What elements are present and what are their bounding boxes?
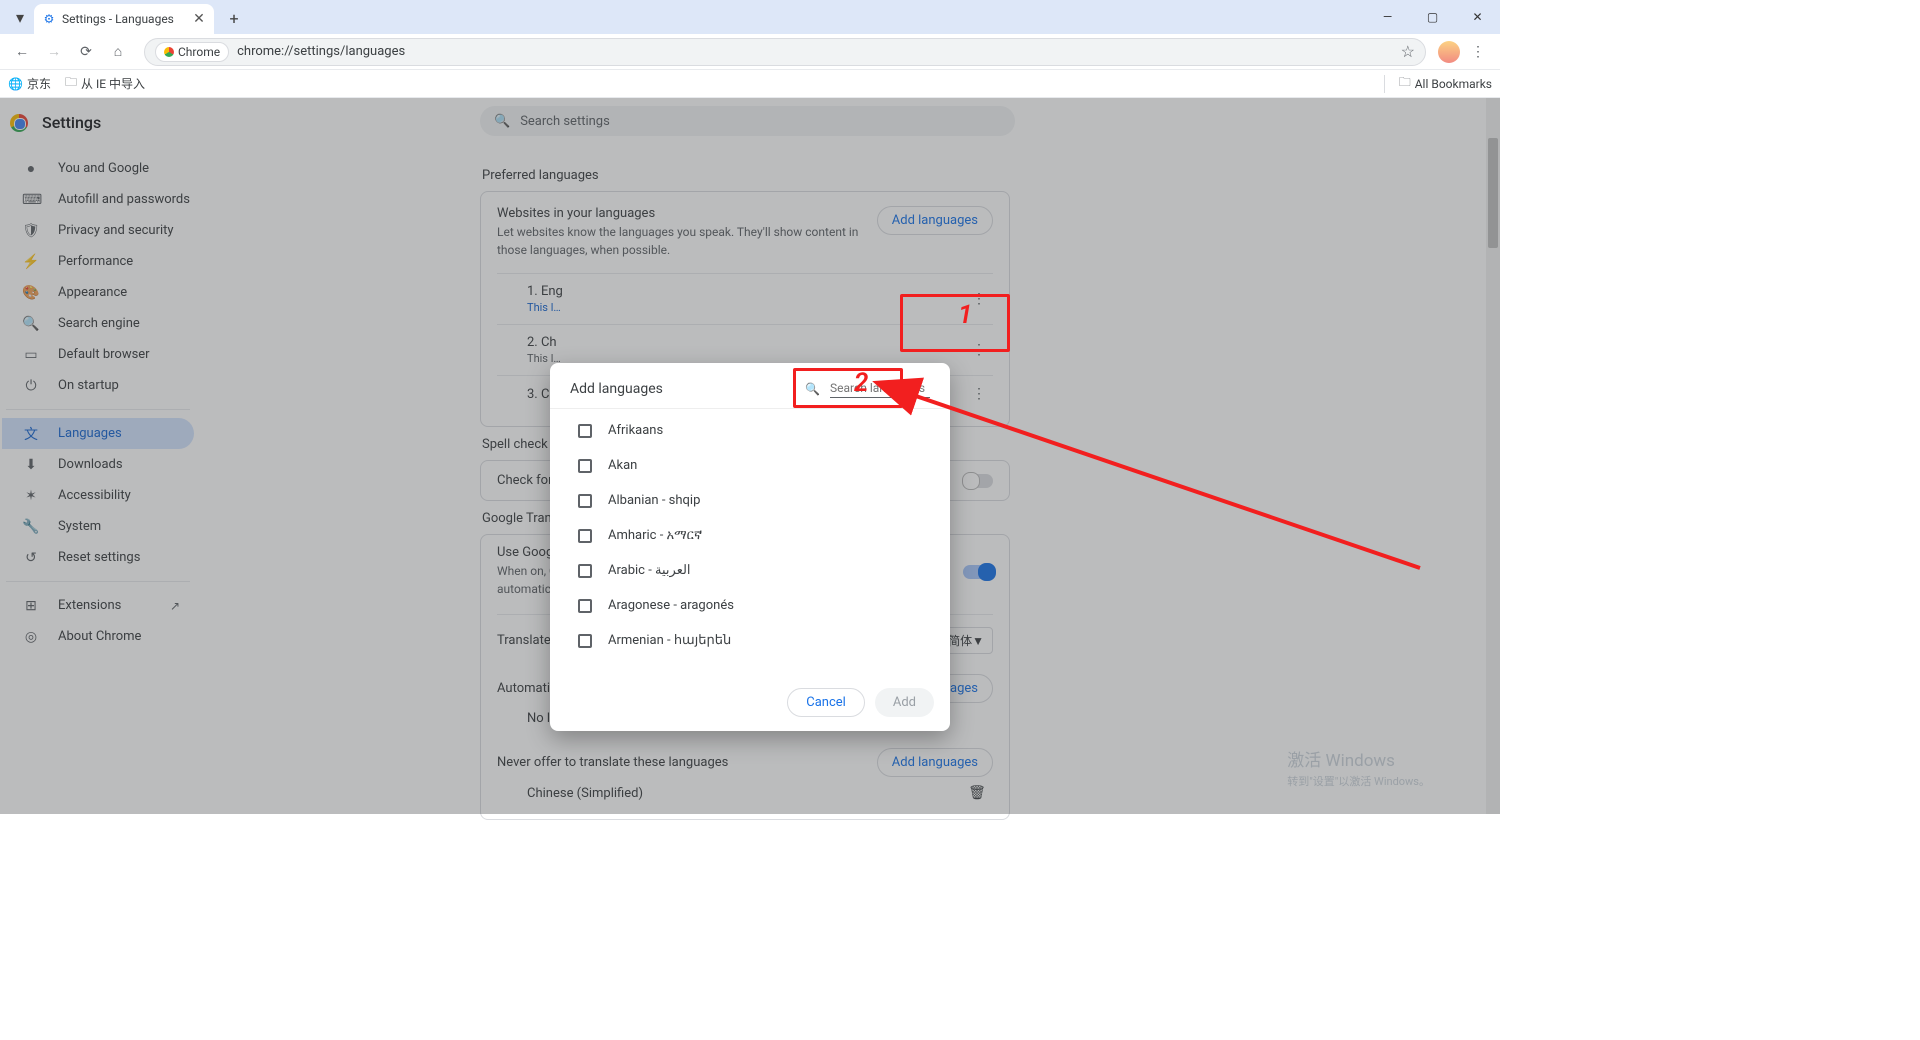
tab-strip: ▾ ⚙ Settings - Languages ✕ + — ▢ ✕ xyxy=(0,0,1500,34)
new-tab-button[interactable]: + xyxy=(220,4,248,32)
language-option[interactable]: Amharic - አማርኛ xyxy=(550,518,950,553)
language-option[interactable]: Aragonese - aragonés xyxy=(550,588,950,623)
chrome-chip: Chrome xyxy=(155,42,229,62)
address-url: chrome://settings/languages xyxy=(237,44,1393,59)
dialog-language-list[interactable]: Afrikaans Akan Albanian - shqip Amharic … xyxy=(550,408,950,678)
all-bookmarks[interactable]: 🗀All Bookmarks xyxy=(1399,73,1492,94)
browser-tab[interactable]: ⚙ Settings - Languages ✕ xyxy=(34,4,214,34)
bookmark-jd[interactable]: 🌐京东 xyxy=(8,75,51,92)
close-window-button[interactable]: ✕ xyxy=(1455,0,1500,34)
add-languages-dialog: Add languages 🔍 Afrikaans Akan Albanian … xyxy=(550,363,950,731)
checkbox[interactable] xyxy=(578,494,592,508)
checkbox[interactable] xyxy=(578,424,592,438)
minimize-button[interactable]: — xyxy=(1365,0,1410,34)
bookmark-star-icon[interactable]: ☆ xyxy=(1401,42,1415,61)
maximize-button[interactable]: ▢ xyxy=(1410,0,1455,34)
kebab-menu-icon[interactable]: ⋮ xyxy=(1464,38,1492,66)
back-button[interactable]: ← xyxy=(8,38,36,66)
settings-page: Settings 🔍 Search settings ●You and Goog… xyxy=(0,98,1500,814)
dialog-title: Add languages xyxy=(570,381,795,397)
tab-title: Settings - Languages xyxy=(62,12,186,26)
cancel-button[interactable]: Cancel xyxy=(787,688,865,717)
forward-button[interactable]: → xyxy=(40,38,68,66)
dialog-search-input[interactable] xyxy=(830,379,930,398)
language-option[interactable]: Arabic - العربية xyxy=(550,553,950,588)
bookmark-ie-import[interactable]: 🗀从 IE 中导入 xyxy=(65,73,145,94)
checkbox[interactable] xyxy=(578,529,592,543)
checkbox[interactable] xyxy=(578,634,592,648)
checkbox[interactable] xyxy=(578,459,592,473)
windows-activation-watermark: 激活 Windows 转到"设置"以激活 Windows。 xyxy=(1287,746,1430,789)
globe-icon: 🌐 xyxy=(8,77,23,91)
tabs-dropdown[interactable]: ▾ xyxy=(8,5,32,29)
folder-icon: 🗀 xyxy=(1399,73,1411,94)
nav-toolbar: ← → ⟳ ⌂ Chrome chrome://settings/languag… xyxy=(0,34,1500,70)
checkbox[interactable] xyxy=(578,599,592,613)
home-button[interactable]: ⌂ xyxy=(104,38,132,66)
omnibox[interactable]: Chrome chrome://settings/languages ☆ xyxy=(144,38,1426,66)
language-option[interactable]: Afrikaans xyxy=(550,413,950,448)
language-option[interactable]: Albanian - shqip xyxy=(550,483,950,518)
close-tab-icon[interactable]: ✕ xyxy=(192,11,206,27)
search-icon: 🔍 xyxy=(805,382,820,396)
bookmarks-bar: 🌐京东 🗀从 IE 中导入 🗀All Bookmarks xyxy=(0,70,1500,98)
reload-button[interactable]: ⟳ xyxy=(72,38,100,66)
add-button: Add xyxy=(875,688,934,717)
language-option[interactable]: Armenian - հայերեն xyxy=(550,623,950,658)
chrome-logo-icon xyxy=(164,47,174,57)
window-controls: — ▢ ✕ xyxy=(1365,0,1500,34)
language-option[interactable]: Akan xyxy=(550,448,950,483)
checkbox[interactable] xyxy=(578,564,592,578)
profile-avatar[interactable] xyxy=(1438,41,1460,63)
gear-icon: ⚙ xyxy=(42,12,56,26)
folder-icon: 🗀 xyxy=(65,73,77,94)
